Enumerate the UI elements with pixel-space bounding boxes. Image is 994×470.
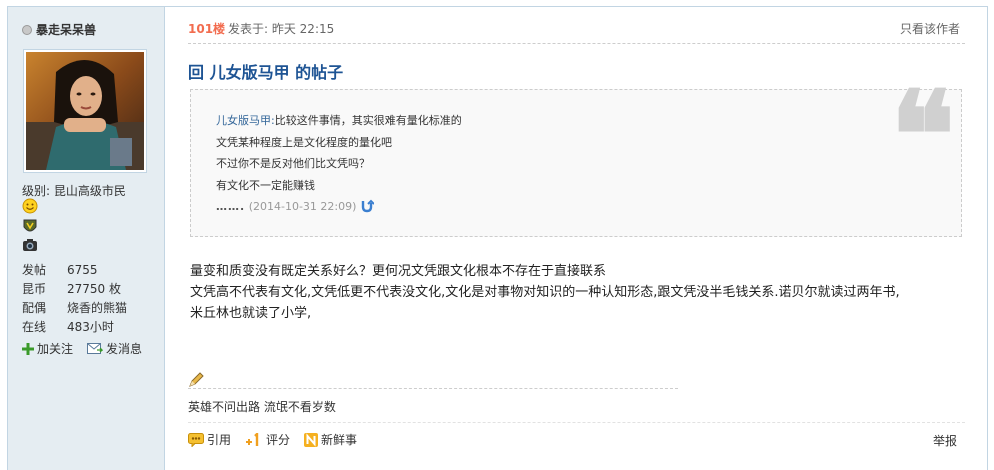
stat-row-spouse: 配偶 烧香的熊猫	[22, 299, 127, 318]
stat-row-coins: 昆币 27750 枚	[22, 280, 127, 299]
pencil-icon	[189, 372, 204, 387]
envelope-icon	[87, 342, 104, 354]
post-main: 101楼 发表于: 昨天 22:15 只看该作者 回 儿女版马甲 的帖子 ❝ 儿…	[170, 7, 987, 470]
quote-ellipsis: …….	[216, 200, 246, 213]
author-stats: 发帖 6755 昆币 27750 枚 配偶 烧香的熊猫 在线 483小时	[22, 261, 127, 337]
quote-line: 有文化不一定能赚钱	[216, 178, 315, 192]
post-body: 量变和质变没有既定关系好么？更何况文凭跟文化根本不存在于直接联系 文凭高不代表有…	[190, 261, 900, 324]
post-time: 发表于: 昨天 22:15	[228, 22, 335, 36]
floor-number[interactable]: 101楼	[188, 20, 225, 37]
stat-value: 27750 枚	[67, 282, 121, 296]
author-name[interactable]: 暴走呆呆兽	[22, 21, 96, 38]
jump-to-quote-icon[interactable]	[360, 199, 375, 213]
stat-key: 发帖	[22, 263, 47, 277]
avatar-image	[26, 52, 144, 170]
body-line: 文凭高不代表有文化,文凭低更不代表没文化,文化是对事物对知识的一种认知形态,跟文…	[190, 285, 900, 300]
stat-row-posts: 发帖 6755	[22, 261, 127, 280]
stat-value[interactable]: 6755	[67, 261, 98, 280]
quote-block: ❝ 儿女版马甲:比较这件事情，其实很难有量化标准的 文凭某种程度上是文化程度的量…	[190, 76, 962, 237]
plus-one-icon	[246, 432, 259, 446]
only-author-link[interactable]: 只看该作者	[900, 20, 960, 37]
header-divider	[188, 43, 965, 44]
post-title: 回 儿女版马甲 的帖子	[188, 63, 344, 82]
author-name-text[interactable]: 暴走呆呆兽	[36, 21, 96, 38]
author-sidebar: 暴走呆呆兽 级别: 昆山高级市民 发帖 6755 昆币 27750 枚 配偶 烧…	[8, 7, 165, 470]
plus-icon	[22, 342, 34, 355]
quote-meta: ……. (2014-10-31 22:09)	[216, 196, 462, 218]
quote-button-label[interactable]: 引用	[207, 431, 231, 448]
news-button[interactable]: 新鲜事	[304, 431, 357, 448]
quote-line: 不过你不是反对他们比文凭吗？	[216, 157, 370, 170]
post-actions: 引用 评分 新鲜事	[188, 431, 357, 448]
follow-button[interactable]: 加关注	[22, 340, 73, 357]
smiley-medal-icon	[22, 198, 38, 214]
news-button-label[interactable]: 新鲜事	[321, 431, 357, 448]
camera-medal-icon	[23, 239, 37, 251]
report-button[interactable]: 举报	[933, 432, 957, 449]
message-button[interactable]: 发消息	[87, 340, 142, 357]
body-line: 量变和质变没有既定关系好么？更何况文凭跟文化根本不存在于直接联系	[190, 264, 607, 279]
author-level: 级别: 昆山高级市民	[22, 182, 126, 199]
shield-medal-icon	[23, 219, 37, 232]
footer-divider	[188, 422, 965, 423]
level-label: 级别:	[22, 184, 51, 198]
offline-status-icon	[22, 24, 32, 35]
signature: 英雄不问出路 流氓不看岁数	[188, 400, 336, 414]
stat-key: 在线	[22, 320, 47, 334]
message-label[interactable]: 发消息	[106, 340, 142, 357]
quote-line-text: 比较这件事情，其实很难有量化标准的	[274, 114, 462, 127]
stat-key: 配偶	[22, 301, 47, 315]
rate-button[interactable]: 评分	[245, 431, 290, 448]
stat-row-online: 在线 483小时	[22, 318, 127, 337]
quote-line: 文凭某种程度上是文化程度的量化吧	[216, 135, 392, 149]
stat-key: 昆币	[22, 282, 47, 296]
quote-bubble-icon	[188, 432, 204, 447]
quote-button[interactable]: 引用	[188, 431, 231, 448]
level-value: 昆山高级市民	[53, 184, 126, 198]
signature-divider	[188, 388, 678, 389]
rate-button-label[interactable]: 评分	[266, 431, 290, 448]
body-line: 米丘林也就读了小学,	[190, 306, 312, 321]
quote-mark-icon: ❝	[890, 65, 955, 206]
quote-line: 儿女版马甲:比较这件事情，其实很难有量化标准的	[216, 110, 462, 132]
follow-label[interactable]: 加关注	[37, 340, 73, 357]
stat-value[interactable]: 烧香的熊猫	[67, 299, 127, 318]
stat-value: 483小时	[67, 320, 114, 334]
author-actions: 加关注 发消息	[22, 340, 142, 357]
quote-author[interactable]: 儿女版马甲:	[216, 114, 275, 127]
quote-text: 儿女版马甲:比较这件事情，其实很难有量化标准的 文凭某种程度上是文化程度的量化吧…	[216, 110, 462, 218]
quote-time: (2014-10-31 22:09)	[248, 200, 357, 213]
avatar[interactable]	[23, 49, 147, 173]
news-n-icon	[304, 432, 319, 447]
